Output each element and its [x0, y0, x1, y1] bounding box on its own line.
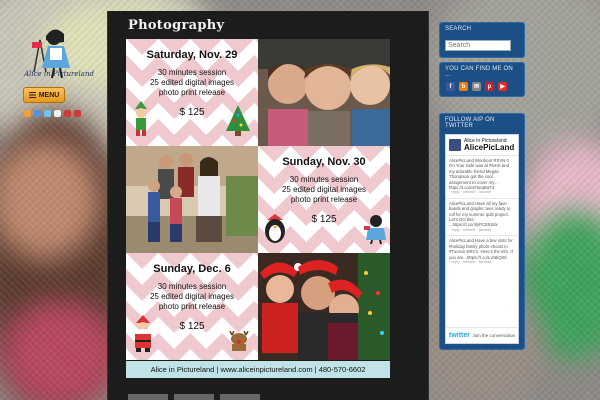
session-detail: 25 edited digital images	[149, 292, 235, 301]
tweet-actions[interactable]: · reply · retweet · favorite	[449, 260, 515, 265]
session-detail: 30 minutes session	[289, 175, 359, 184]
twitter-widget: FOLLOW AIP ON TWITTER Alice in Picturela…	[439, 113, 525, 350]
thumbnail[interactable]	[174, 394, 214, 400]
pinterest-icon[interactable]	[64, 110, 71, 117]
menu-button[interactable]: MENU	[23, 87, 65, 103]
tweet-item[interactable]: AlicePicLand Have all my fave bands and …	[446, 197, 518, 235]
twitter-avatar[interactable]	[449, 139, 461, 151]
join-conversation-link[interactable]: Join the conversation	[472, 333, 515, 338]
facebook-icon[interactable]: f	[446, 82, 455, 91]
session-detail: photo print release	[158, 302, 226, 311]
twitter-icon[interactable]	[44, 110, 51, 117]
search-input[interactable]	[445, 40, 511, 51]
mail-icon[interactable]	[54, 110, 61, 117]
tweet-item[interactable]: AlicePicLand Woohoo! RSVN 0 On Your Side…	[446, 155, 518, 198]
gallery-photo-christmas[interactable]	[258, 253, 390, 360]
youtube-icon[interactable]: ▶	[498, 82, 507, 91]
find-me-icons: f b ✉ p ▶	[440, 80, 524, 96]
search-widget: SEARCH	[439, 22, 525, 58]
reindeer-icon	[229, 331, 249, 351]
session-grid: Saturday, Nov. 29 30 minutes session 25 …	[126, 39, 390, 361]
logo-text: Alice in Pictureland	[24, 70, 94, 78]
find-me-title: YOU CAN FIND ME ON ...	[445, 66, 513, 78]
session-card-3[interactable]: Sunday, Dec. 6 30 minutes session 25 edi…	[126, 253, 258, 360]
session-price: $ 125	[179, 321, 205, 332]
rss-icon[interactable]	[24, 110, 31, 117]
session-detail: 25 edited digital images	[281, 185, 367, 194]
session-detail: 30 minutes session	[157, 282, 227, 291]
tweet-actions[interactable]: · reply · retweet · favorite	[449, 228, 515, 233]
tweet-text: AlicePicLand Woohoo! RSVN 0 On Your Side…	[449, 158, 509, 191]
mail-icon[interactable]: ✉	[472, 82, 481, 91]
gallery-photo-kids[interactable]	[258, 39, 390, 146]
session-price: $ 125	[179, 107, 205, 118]
tweet-actions[interactable]: · reply · retweet · favorite	[449, 190, 515, 195]
hamburger-icon	[28, 92, 36, 98]
page-title: Photography	[128, 18, 225, 33]
twitter-timeline[interactable]: Alice in Pictureland AlicePicLand AliceP…	[445, 134, 519, 344]
twitter-logo-icon[interactable]: twitter	[449, 332, 470, 339]
thumbnail[interactable]	[220, 394, 260, 400]
santa-icon	[135, 315, 151, 352]
search-title: SEARCH	[445, 26, 472, 32]
facebook-icon[interactable]	[34, 110, 41, 117]
tweet-item[interactable]: AlicePicLand Have a few slots for #holid…	[446, 235, 518, 267]
tweet-text: AlicePicLand Have all my fave bands and …	[449, 200, 511, 228]
blogger-icon[interactable]: b	[459, 82, 468, 91]
session-detail: photo print release	[158, 88, 226, 97]
session-date: Saturday, Nov. 29	[146, 49, 238, 61]
twitter-title: FOLLOW AIP ON TWITTER	[445, 117, 495, 129]
photographer-girl-icon	[364, 215, 386, 244]
menu-label: MENU	[38, 91, 60, 99]
twitter-handle[interactable]: AlicePicLand	[464, 144, 514, 152]
session-date: Sunday, Nov. 30	[282, 156, 366, 168]
elf-icon	[135, 101, 147, 136]
session-detail: photo print release	[290, 195, 358, 204]
youtube-icon[interactable]	[74, 110, 81, 117]
social-links-left	[24, 110, 81, 117]
contact-footer: Alice in Pictureland | www.aliceinpictur…	[126, 361, 390, 378]
session-card-2[interactable]: Sunday, Nov. 30 30 minutes session 25 ed…	[258, 146, 390, 253]
thumbnail[interactable]	[128, 394, 168, 400]
pinterest-icon[interactable]: p	[485, 82, 494, 91]
main-content: Photography Saturday, Nov. 29 30 minutes…	[107, 11, 429, 400]
session-card-1[interactable]: Saturday, Nov. 29 30 minutes session 25 …	[126, 39, 258, 146]
social-widget: YOU CAN FIND ME ON ... f b ✉ p ▶	[439, 62, 525, 97]
penguin-icon	[265, 214, 285, 243]
session-date: Sunday, Dec. 6	[153, 263, 231, 275]
tweet-text: AlicePicLand Have a few slots for #holid…	[449, 238, 513, 260]
session-detail: 30 minutes session	[157, 68, 227, 77]
session-detail: 25 edited digital images	[149, 78, 235, 87]
bottom-thumbnails	[128, 394, 260, 400]
session-price: $ 125	[311, 214, 337, 225]
gallery-photo-family[interactable]	[126, 146, 258, 253]
christmas-tree-icon	[226, 105, 250, 136]
